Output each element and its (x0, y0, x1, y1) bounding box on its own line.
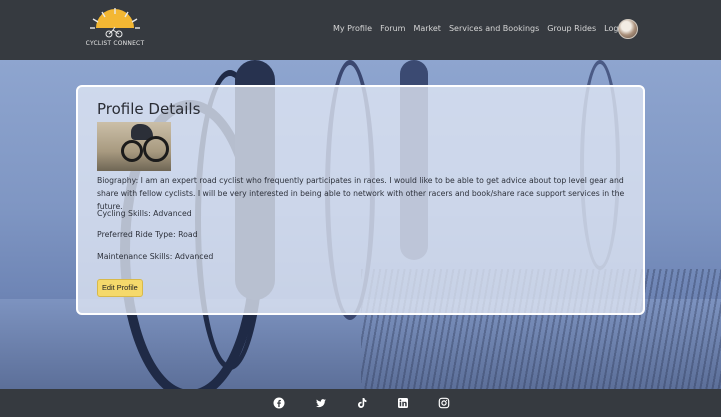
twitter-icon[interactable] (315, 397, 327, 409)
tiktok-icon[interactable] (356, 397, 368, 409)
footer (0, 389, 721, 417)
bike-wheel-image (121, 140, 143, 162)
ride-type-text: Preferred Ride Type: Road (97, 230, 198, 239)
page-title: Profile Details (97, 100, 201, 118)
nav-my-profile[interactable]: My Profile (333, 24, 372, 33)
main-nav: My Profile Forum Market Services and Boo… (333, 24, 632, 33)
nav-group-rides[interactable]: Group Rides (547, 24, 596, 33)
site-logo[interactable]: CYCLIST CONNECT (84, 6, 146, 54)
cycling-skills-text: Cycling Skills: Advanced (97, 209, 192, 218)
logo-text: CYCLIST CONNECT (85, 40, 145, 47)
biography-text: Biography: I am an expert road cyclist w… (97, 176, 625, 211)
navbar: CYCLIST CONNECT My Profile Forum Market … (0, 0, 721, 60)
instagram-icon[interactable] (438, 397, 450, 409)
nav-forum[interactable]: Forum (380, 24, 405, 33)
profile-card: Profile Details Biography: I am an exper… (76, 85, 645, 315)
sun-logo-icon (90, 8, 140, 38)
edit-profile-button[interactable]: Edit Profile (97, 279, 143, 297)
linkedin-icon[interactable] (397, 397, 409, 409)
profile-photo (97, 122, 171, 171)
nav-services-and-bookings[interactable]: Services and Bookings (449, 24, 539, 33)
facebook-icon[interactable] (273, 397, 285, 409)
maintenance-skills-text: Maintenance Skills: Advanced (97, 252, 214, 261)
bike-wheel-image (143, 136, 169, 162)
nav-market[interactable]: Market (413, 24, 441, 33)
user-avatar[interactable] (618, 19, 638, 39)
